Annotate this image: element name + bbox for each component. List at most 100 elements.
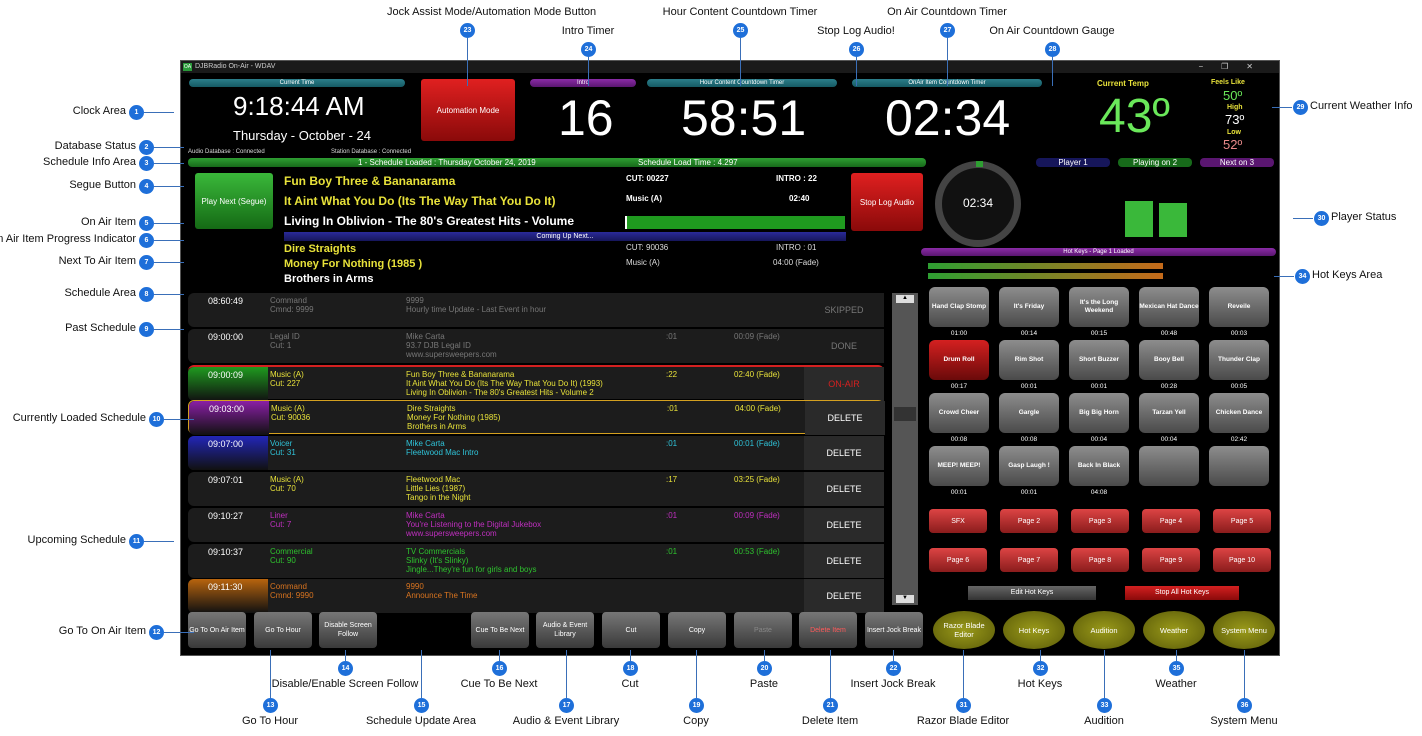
round-function-button[interactable]: System Menu [1213, 611, 1275, 649]
row-category-line: Voicer [270, 439, 293, 449]
hotkey-page-button[interactable]: Page 2 [1000, 509, 1058, 533]
hotkey-button[interactable]: It's the Long Weekend [1069, 287, 1129, 327]
automation-mode-button[interactable]: Automation Mode [421, 79, 515, 141]
toolbar-button[interactable]: Disable Screen Follow [319, 612, 377, 648]
close-icon[interactable]: ✕ [1246, 62, 1271, 71]
hotkey-page-button[interactable]: Page 5 [1213, 509, 1271, 533]
player-meter-left [1125, 201, 1153, 237]
round-function-button[interactable]: Hot Keys [1003, 611, 1065, 649]
hotkey-button[interactable] [1139, 446, 1199, 486]
hotkey-button[interactable]: Mexican Hat Dance [1139, 287, 1199, 327]
schedule-row[interactable]: 09:00:00 Legal ID Cut: 1 Mike Carta 93.7 DJB… [188, 328, 884, 363]
hotkey-button[interactable]: Booy Bell [1139, 340, 1199, 380]
toolbar-button[interactable]: Cue To Be Next [471, 612, 529, 648]
hotkey-page-button[interactable]: Page 7 [1000, 548, 1058, 572]
stop-log-audio-button[interactable]: Stop Log Audio [851, 173, 923, 231]
hotkey-button[interactable]: Hand Clap Stomp [929, 287, 989, 327]
toolbar-button[interactable]: Audio & Event Library [536, 612, 594, 648]
hotkey-duration: 00:04 [1090, 436, 1108, 443]
next-intro: INTRO : 01 [776, 243, 817, 252]
hotkey-button[interactable]: Short Buzzer [1069, 340, 1129, 380]
schedule-row[interactable]: 09:10:37 Commercial Cut: 90 TV Commercials S… [188, 543, 884, 578]
schedule-row[interactable]: 09:00:09 Music (A) Cut: 227 Fun Boy Three &… [188, 364, 884, 401]
schedule-row[interactable]: 09:03:00 Music (A) Cut: 90036 Dire Straight… [188, 400, 885, 436]
row-action-button[interactable]: DELETE [804, 543, 884, 578]
hotkey-button[interactable]: Back In Black [1069, 446, 1129, 486]
round-function-button[interactable]: Razor Blade Editor [933, 611, 995, 649]
hotkey-button[interactable]: Crowd Cheer [929, 393, 989, 433]
row-category: Command Cmnd: 9990 [270, 582, 314, 600]
row-action-button[interactable]: DELETE [804, 472, 884, 506]
hotkey-page-button[interactable]: Page 10 [1213, 548, 1271, 572]
onair-duration: 02:40 [789, 194, 810, 203]
callout-badge-35: 35 [1169, 661, 1184, 676]
row-action-button[interactable]: DELETE [804, 579, 884, 614]
coming-up-bar: Coming Up Next... [284, 232, 846, 241]
callout-label: Intro Timer [561, 25, 615, 37]
hotkey-page-button[interactable]: SFX [929, 509, 987, 533]
window-controls[interactable]: −❐✕ [1198, 61, 1271, 73]
hotkey-button[interactable]: Drum Roll [929, 340, 989, 380]
hotkey-button[interactable]: Thunder Clap [1209, 340, 1269, 380]
row-category: Music (A) Cut: 90036 [271, 404, 310, 422]
scroll-down-icon[interactable]: ▼ [896, 595, 914, 603]
toolbar-button[interactable]: Go To On Air Item [188, 612, 246, 648]
minimize-icon[interactable]: − [1198, 62, 1221, 71]
schedule-row[interactable]: 09:07:00 Voicer Cut: 31 Mike Carta Fleetwood… [188, 436, 884, 471]
callout-line [740, 38, 741, 86]
clock-header: Current Time [189, 79, 405, 87]
hotkey-button[interactable] [1209, 446, 1269, 486]
hotkey-duration: 00:01 [1020, 489, 1038, 496]
hotkey-button[interactable]: Rim Shot [999, 340, 1059, 380]
row-action-button[interactable]: DONE [804, 328, 884, 363]
callout-badge-12: 12 [149, 625, 164, 640]
toolbar-button[interactable]: Go To Hour [254, 612, 312, 648]
row-action-button[interactable]: DELETE [804, 436, 884, 471]
hotkey-button[interactable]: It's Friday [999, 287, 1059, 327]
schedule-row[interactable]: 09:10:27 Liner Cut: 7 Mike Carta You're List… [188, 507, 884, 542]
hotkey-page-button[interactable]: Page 6 [929, 548, 987, 572]
maximize-icon[interactable]: ❐ [1221, 62, 1246, 71]
edit-hotkeys-button[interactable]: Edit Hot Keys [968, 586, 1096, 600]
hotkey-page-button[interactable]: Page 9 [1142, 548, 1200, 572]
hotkey-page-button[interactable]: Page 3 [1071, 509, 1129, 533]
toolbar-button[interactable]: Cut [602, 612, 660, 648]
toolbar-button[interactable]: Delete Item [799, 612, 857, 648]
hotkey-duration: 04:08 [1090, 489, 1108, 496]
toolbar-button[interactable]: Copy [668, 612, 726, 648]
hotkey-button[interactable]: Gargle [999, 393, 1059, 433]
schedule-scrollbar[interactable]: ▲ ▼ [892, 293, 918, 605]
callout-badge-29: 29 [1293, 100, 1308, 115]
row-action-button[interactable]: ON-AIR [804, 366, 884, 401]
stop-all-hotkeys-button[interactable]: Stop All Hot Keys [1125, 586, 1239, 600]
row-action-button[interactable]: DELETE [805, 401, 885, 436]
hotkey-duration: 00:01 [1090, 383, 1108, 390]
hotkey-button[interactable]: Big Big Horn [1069, 393, 1129, 433]
scroll-up-icon[interactable]: ▲ [896, 295, 914, 303]
hotkey-page-button[interactable]: Page 4 [1142, 509, 1200, 533]
hotkey-button[interactable]: Tarzan Yell [1139, 393, 1199, 433]
schedule-row[interactable]: 09:11:30 Command Cmnd: 9990 9990 Announce Th… [188, 579, 884, 614]
callout-line [154, 262, 184, 263]
row-category-line: Cut: 90 [270, 555, 296, 565]
row-action-button[interactable]: SKIPPED [804, 293, 884, 327]
hotkey-button[interactable]: Chicken Dance [1209, 393, 1269, 433]
hotkey-button[interactable]: Gasp Laugh ! [999, 446, 1059, 486]
hotkey-page-button[interactable]: Page 8 [1071, 548, 1129, 572]
hotkey-button[interactable]: MEEP! MEEP! [929, 446, 989, 486]
feels-like-label: Feels Like [1211, 79, 1245, 86]
scroll-thumb[interactable] [894, 407, 916, 421]
row-action-button[interactable]: DELETE [804, 507, 884, 542]
schedule-row[interactable]: 08:60:49 Command Cmnd: 9999 9999 Hourly time… [188, 293, 884, 327]
toolbar-button[interactable]: Insert Jock Break [865, 612, 923, 648]
segue-button[interactable]: Play Next (Segue) [195, 173, 273, 229]
hotkey-button[interactable]: Reveile [1209, 287, 1269, 327]
schedule-row[interactable]: 09:07:01 Music (A) Cut: 70 Fleetwood Mac Lit… [188, 472, 884, 506]
current-temp: 43º [1099, 90, 1170, 143]
callout-line [947, 38, 948, 86]
row-duration: 03:25 (Fade) [734, 475, 780, 484]
round-function-button[interactable]: Weather [1143, 611, 1205, 649]
row-info-line: Fun Boy Three & Bananarama [406, 369, 515, 379]
round-function-button[interactable]: Audition [1073, 611, 1135, 649]
toolbar-button[interactable]: Paste [734, 612, 792, 648]
